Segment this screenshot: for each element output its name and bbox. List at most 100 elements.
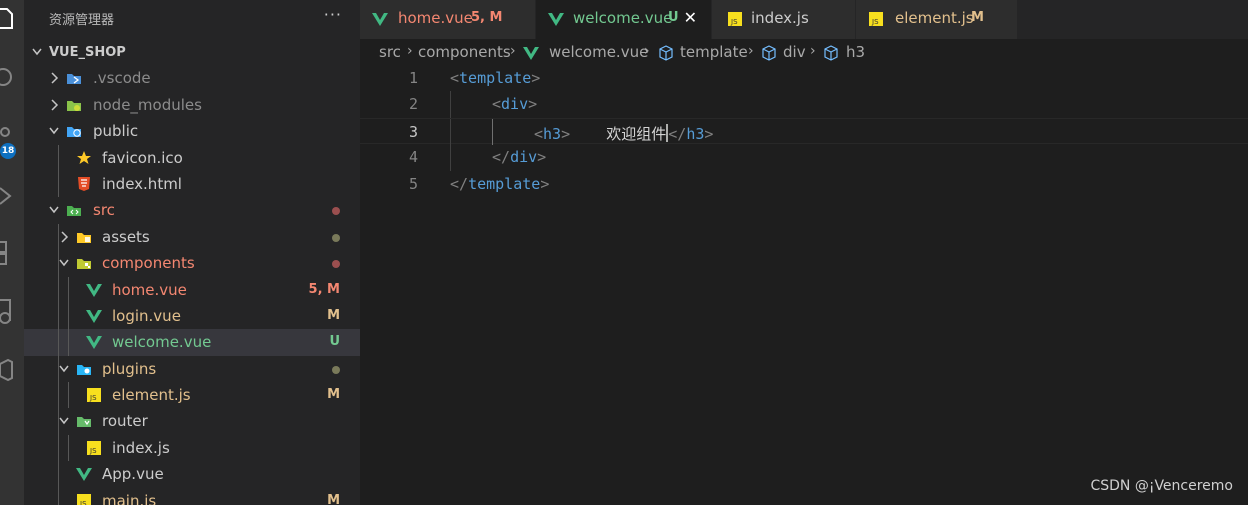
search-icon[interactable]: [0, 66, 14, 88]
tree-item-index-html[interactable]: index.html: [24, 170, 360, 198]
components-folder-icon: [77, 259, 91, 270]
indent-guide: [68, 329, 69, 356]
code-line[interactable]: 2 <div>: [360, 91, 1248, 118]
js-icon: JS: [728, 12, 742, 26]
html5-icon: [78, 176, 90, 191]
tree-item-label: public: [93, 122, 139, 141]
tree-item-label: .vscode: [93, 69, 151, 88]
vue-icon: [76, 468, 92, 482]
tree-root-label: VUE_SHOP: [49, 45, 126, 60]
tree-item-label: plugins: [102, 359, 157, 378]
line-number: 2: [408, 95, 418, 114]
status-badge: M: [327, 307, 340, 323]
tree-item-app-vue[interactable]: App.vue: [24, 461, 360, 488]
explorer-title: 资源管理器: [49, 13, 115, 28]
tree-item-favicon[interactable]: favicon.ico: [24, 144, 360, 171]
package-icon[interactable]: [0, 358, 14, 382]
vue-icon: [523, 47, 539, 60]
breadcrumb-components[interactable]: components: [418, 43, 511, 61]
tree-item-label: login.vue: [112, 306, 181, 325]
tab-element-js[interactable]: JS element.js M: [856, 0, 1018, 39]
tag-name: template: [459, 69, 532, 87]
tab-status: 5, M: [471, 10, 503, 25]
tree-item-label: App.vue: [102, 465, 164, 484]
chevron-down-icon: [59, 418, 69, 425]
chevron-down-icon: [59, 259, 69, 267]
indent-guide: [58, 487, 59, 505]
indent-guide: [58, 329, 59, 356]
indent-guide: [58, 382, 59, 409]
tree-item-plugins[interactable]: plugins: [24, 355, 360, 383]
breadcrumb-h3[interactable]: h3: [846, 43, 865, 61]
tree-item-main-js[interactable]: JS main.js M: [24, 487, 360, 505]
code-line[interactable]: 4 </div>: [360, 144, 1248, 171]
remote-icon[interactable]: [0, 298, 14, 324]
js-icon: JS: [77, 493, 91, 505]
svg-text:JS: JS: [871, 18, 879, 26]
svg-text:JS: JS: [79, 500, 87, 505]
tree-item-assets[interactable]: assets: [24, 223, 360, 251]
tab-welcome-vue[interactable]: welcome.vue U ✕: [536, 0, 712, 39]
tab-label: welcome.vue: [573, 9, 673, 27]
chevron-down-icon: [59, 365, 69, 372]
tree-item-components[interactable]: components: [24, 250, 360, 277]
current-code-line[interactable]: 3 <h3> 欢迎组件 </h3>: [360, 117, 1248, 146]
tree-item-label: favicon.ico: [102, 148, 183, 167]
tree-item-node-modules[interactable]: node_modules: [24, 92, 360, 118]
status-badge: 5, M: [308, 281, 340, 297]
punctuation: >: [561, 124, 571, 143]
breadcrumb: src › components › welcome.vue › templat…: [360, 39, 1248, 65]
code-text: </div>: [492, 148, 546, 166]
tree-item-element-js[interactable]: JS element.js M: [24, 382, 360, 409]
chevron-right-icon: ›: [510, 43, 516, 59]
element-cube-icon: [824, 45, 838, 61]
breadcrumb-template[interactable]: template: [680, 43, 748, 61]
vue-icon: [86, 336, 102, 350]
error-dot: [332, 207, 340, 216]
svg-text:JS: JS: [89, 394, 97, 402]
code-line[interactable]: 1 <template>: [360, 65, 1248, 91]
punctuation: <: [450, 69, 460, 87]
tree-root-vue-shop[interactable]: VUE_SHOP: [24, 39, 360, 65]
tree-item-vscode[interactable]: .vscode: [24, 65, 360, 91]
tree-item-home-vue[interactable]: home.vue 5, M: [24, 276, 360, 303]
tag-name: div: [501, 95, 529, 114]
tree-item-welcome-vue[interactable]: welcome.vue U: [24, 329, 360, 356]
punctuation: >: [704, 124, 714, 143]
punctuation: >: [540, 174, 550, 193]
file-tree: VUE_SHOP .vscode node_modules public fav…: [24, 39, 360, 505]
code-line[interactable]: 5 </template>: [360, 171, 1248, 197]
code-editor[interactable]: 1 <template> 2 <div> 3 <h3> 欢迎组件 </h3> 4 …: [360, 65, 1248, 505]
text-content: 欢迎组件: [570, 124, 667, 143]
tree-item-label: main.js: [102, 491, 157, 505]
line-number: 4: [408, 148, 418, 167]
vscode-folder-icon: [67, 74, 81, 85]
chevron-down-icon: [49, 127, 59, 135]
tab-home-vue[interactable]: home.vue 5, M: [360, 0, 536, 39]
close-icon[interactable]: ✕: [684, 8, 697, 27]
chevron-right-icon: [61, 231, 69, 243]
tab-index-js[interactable]: JS index.js: [712, 0, 856, 39]
line-number: 3: [408, 122, 418, 141]
src-folder-icon: [67, 206, 81, 217]
run-debug-icon[interactable]: [0, 184, 14, 206]
chevron-right-icon: ›: [644, 43, 650, 59]
tree-item-label: welcome.vue: [112, 333, 212, 352]
indent-guide: [58, 461, 59, 488]
plugins-folder-icon: [77, 364, 91, 375]
tree-item-public[interactable]: public: [24, 118, 360, 144]
tree-item-login-vue[interactable]: login.vue M: [24, 302, 360, 330]
breadcrumb-src[interactable]: src: [379, 43, 401, 61]
tree-item-index-js[interactable]: JS index.js: [24, 434, 360, 462]
breadcrumb-file[interactable]: welcome.vue: [549, 43, 648, 61]
tree-item-src[interactable]: src: [24, 197, 360, 223]
explorer-icon[interactable]: [0, 6, 14, 29]
chevron-down-icon: [32, 48, 42, 56]
tree-item-router[interactable]: router: [24, 408, 360, 435]
indent-guide: [450, 144, 451, 171]
more-actions-button[interactable]: ···: [324, 5, 342, 24]
punctuation: <: [534, 124, 544, 143]
extensions-icon[interactable]: [0, 238, 14, 265]
indent-guide: [450, 118, 451, 146]
breadcrumb-div[interactable]: div: [783, 43, 806, 61]
